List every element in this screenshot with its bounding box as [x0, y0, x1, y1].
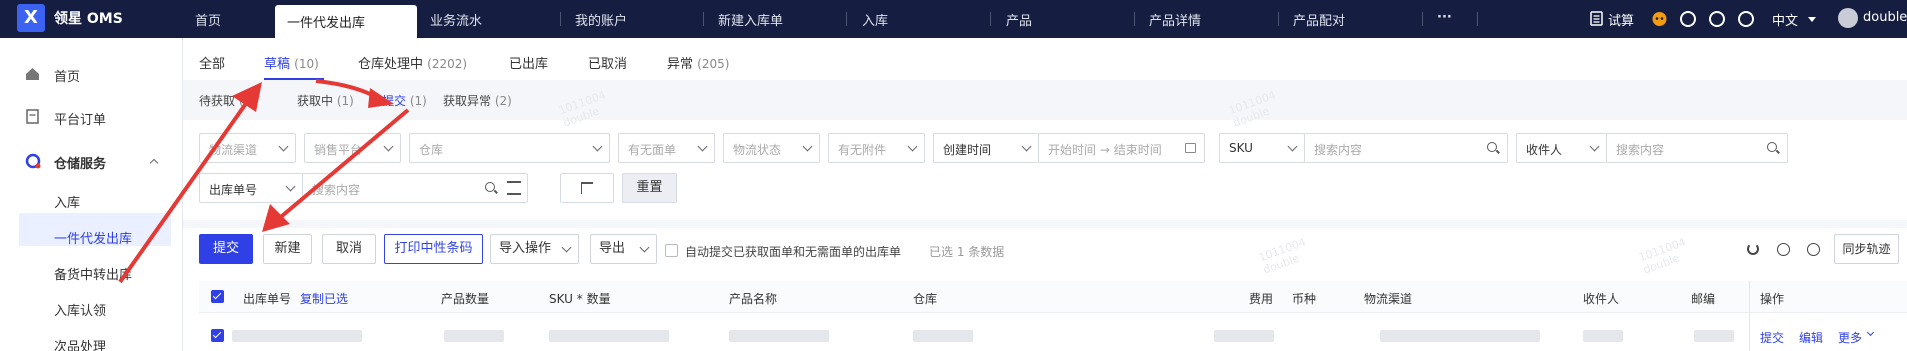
annotation-arrow	[274, 108, 410, 223]
annotation-arrowhead	[262, 204, 290, 232]
annotation-arrows	[118, 79, 410, 284]
annotation-arrowhead	[232, 82, 262, 112]
annotation-arrow	[118, 93, 254, 284]
annotation-arrow	[315, 79, 379, 100]
annotation-arrowhead	[368, 88, 394, 108]
